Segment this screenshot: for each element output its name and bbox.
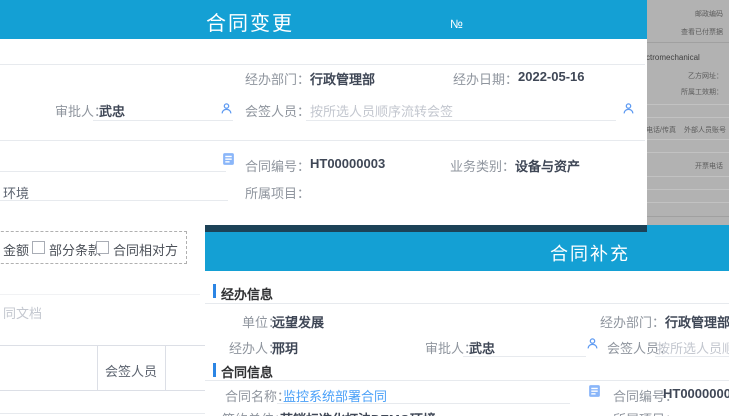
table-bottom-border	[0, 390, 205, 391]
sign-unit-field-underline	[0, 200, 228, 201]
contract-supplement-window: 合同补充 经办信息 单位： 远望发展 经办部门： 行政管理部 经办人： 邢玥 审…	[205, 225, 729, 416]
divider	[645, 202, 729, 203]
divider	[645, 152, 729, 153]
handler-value: 邢玥	[272, 341, 299, 356]
biz-type-value: 设备与资产	[515, 159, 581, 174]
counterparty-checkbox[interactable]	[96, 241, 109, 254]
cosign-field[interactable]: 按所选人员顺序流转会签	[310, 101, 453, 120]
table-top-border	[0, 345, 205, 346]
bg-row-label: 邮政编码	[695, 11, 723, 18]
biz-type-label: 业务类别：	[450, 159, 516, 174]
cosign-field-underline	[306, 120, 616, 121]
bg-row-label: 乙方网址：	[688, 73, 723, 80]
dept-label: 经办部门：	[245, 72, 311, 87]
divider	[645, 117, 729, 118]
approver-field[interactable]: 武忠	[99, 101, 125, 120]
counterparty-label: 合同相对方	[113, 243, 179, 258]
contract-doc-fragment: 同文档	[3, 306, 43, 321]
unit-value: 远望发展	[272, 315, 325, 330]
project-label: 所属项目：	[613, 409, 678, 416]
bg-row-label: 外部人员账号	[684, 127, 726, 134]
bg-row-label: ctromechanical	[646, 53, 700, 62]
table-header-cell: 会签人员	[104, 364, 157, 379]
divider	[205, 303, 729, 304]
divider	[0, 294, 200, 295]
divider	[0, 64, 645, 65]
amount-checkbox-fragment: 金额	[3, 243, 30, 258]
approver-field[interactable]: 武忠	[469, 338, 495, 357]
divider	[645, 42, 729, 43]
user-picker-icon[interactable]	[586, 337, 599, 355]
cosign-label: 会签人员：	[245, 104, 311, 119]
bg-row-label: 查看已付票据	[681, 29, 723, 36]
screen: 邮政编码 查看已付票据 ctromechanical 乙方网址： 所属工效期： …	[0, 0, 729, 416]
divider	[645, 139, 729, 140]
divider	[0, 140, 645, 141]
section-contract-title: 合同信息	[221, 365, 274, 380]
divider	[645, 104, 729, 105]
table-column-border	[165, 345, 166, 390]
contract-change-header: 合同变更 №	[0, 0, 647, 39]
bg-row-label: 电话/传真	[646, 127, 676, 134]
divider	[205, 380, 729, 381]
contract-no-value: HT00000003	[310, 156, 386, 171]
project-label: 所属项目：	[245, 186, 311, 201]
dept-label: 经办部门：	[600, 315, 666, 330]
partial-terms-checkbox[interactable]	[32, 241, 45, 254]
user-picker-icon[interactable]	[220, 102, 233, 120]
bg-row-label: 开票电话	[695, 163, 723, 170]
approver-field-underline	[463, 356, 586, 357]
dept-value: 行政管理部	[665, 315, 729, 330]
approver-field-underline	[93, 120, 233, 121]
contract-no-value: HT00000005	[663, 386, 729, 401]
contract-name-field-underline	[277, 403, 570, 404]
contract-no-label: 合同编号：	[245, 159, 311, 174]
window-title: 合同变更	[206, 13, 294, 35]
divider	[0, 413, 205, 414]
bg-row-label: 所属工效期：	[681, 89, 723, 96]
divider	[645, 189, 729, 190]
partial-terms-label: 部分条款	[49, 243, 102, 258]
divider	[645, 176, 729, 177]
section-bar	[213, 363, 216, 377]
select-contract-icon[interactable]	[222, 152, 235, 171]
section-handling-title: 经办信息	[221, 287, 274, 302]
date-label: 经办日期：	[453, 72, 519, 87]
cosign-field[interactable]: 按所选人员顺序流转会签	[657, 338, 729, 357]
background-panel: 邮政编码 查看已付票据 ctromechanical 乙方网址： 所属工效期： …	[645, 0, 729, 229]
select-contract-icon[interactable]	[588, 384, 601, 403]
sign-unit-value: 营销标准化打法DEMO环境	[280, 409, 436, 416]
divider	[645, 216, 729, 217]
section-bar	[213, 284, 216, 298]
dept-value: 行政管理部	[310, 72, 376, 87]
window-title: 合同补充	[550, 244, 630, 264]
sign-unit-label: 签约单位：	[222, 409, 287, 416]
user-picker-icon[interactable]	[622, 102, 635, 120]
contract-name-field-underline	[0, 171, 226, 172]
contract-no-symbol: №	[450, 17, 463, 31]
window-top-edge	[205, 225, 647, 232]
cosign-field-underline	[655, 356, 729, 357]
date-value: 2022-05-16	[518, 69, 585, 84]
